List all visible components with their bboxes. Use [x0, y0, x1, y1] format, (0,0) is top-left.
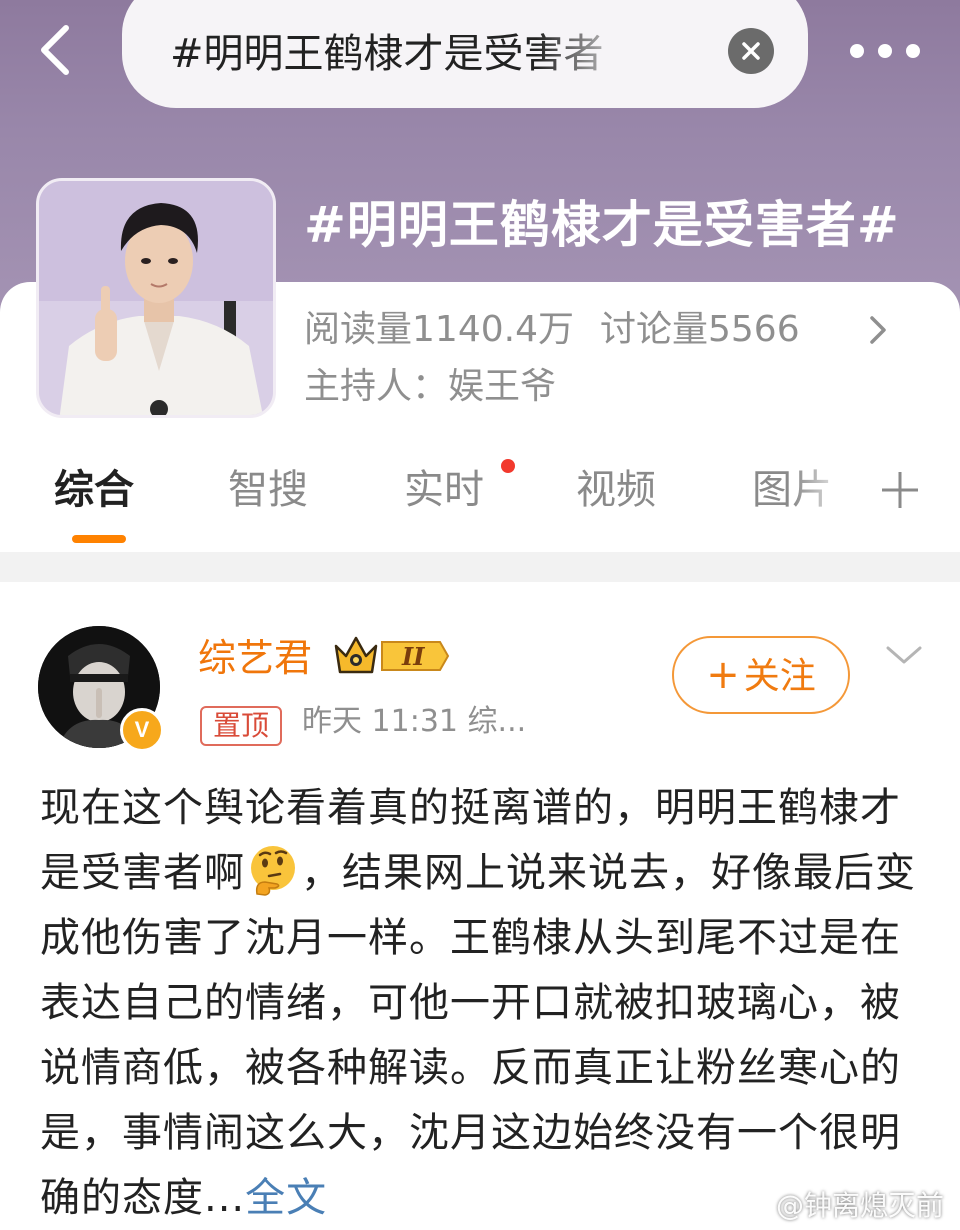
post-meta: 昨天 11:31 综...: [302, 704, 527, 739]
tab-realtime[interactable]: 实时: [404, 460, 484, 520]
topic-stats: 阅读量1140.4万 讨论量5566: [304, 305, 800, 355]
level-badge-text: II: [401, 642, 425, 671]
reads-value: 1140.4万: [412, 309, 574, 350]
post-menu-button[interactable]: [884, 640, 924, 670]
active-tab-indicator: [72, 535, 126, 543]
discussion-label: 讨论量: [599, 309, 708, 350]
follow-button[interactable]: + 关注: [672, 636, 850, 714]
watermark: @钟离熄灭前: [776, 1189, 945, 1222]
post-body[interactable]: 现在这个舆论看着真的挺离谱的，明明王鹤棣才是受害者啊 ，结果网上说来说去，好像最…: [40, 776, 920, 1230]
plus-icon: [882, 472, 918, 508]
post-text-ellipsis: ...: [204, 1175, 246, 1221]
plus-icon: +: [706, 652, 740, 698]
tab-comprehensive[interactable]: 综合: [54, 460, 134, 520]
tab-smart-search[interactable]: 智搜: [228, 460, 308, 520]
more-button[interactable]: [850, 36, 920, 66]
discussion-value: 5566: [708, 309, 800, 350]
tab-video[interactable]: 视频: [576, 460, 656, 520]
host-name[interactable]: 娱王爷: [448, 366, 556, 407]
tab-images-container[interactable]: 图片: [752, 460, 852, 520]
post-text-part2: ，结果网上说来说去，好像最后变成他伤害了沈月一样。王鹤棣从头到尾不过是在表达自己…: [40, 850, 916, 1221]
back-arrow-icon: [41, 25, 69, 75]
clear-search-button[interactable]: [728, 28, 774, 74]
topic-thumbnail[interactable]: [36, 178, 276, 418]
post-author-name[interactable]: 综艺君: [198, 630, 312, 686]
follow-label: 关注: [743, 656, 816, 697]
topic-host: 主持人：娱王爷: [304, 362, 556, 412]
pinned-badge: 置顶: [200, 706, 282, 746]
section-divider: [0, 550, 960, 582]
reads-label: 阅读量: [304, 309, 413, 350]
expand-full-text-link[interactable]: 全文: [245, 1175, 327, 1221]
verified-badge: V: [120, 708, 164, 752]
tab-images[interactable]: 图片: [752, 460, 852, 520]
add-tab-button[interactable]: [878, 468, 922, 512]
back-button[interactable]: [28, 20, 88, 80]
realtime-notification-dot: [501, 459, 515, 473]
host-label: 主持人：: [304, 366, 449, 407]
chevron-right-icon: [870, 316, 886, 344]
chevron-down-icon: [886, 646, 922, 664]
thinking-face-emoji: [251, 846, 295, 896]
clear-icon: [742, 42, 760, 60]
more-icon-dot: [878, 44, 892, 58]
person-photo: [39, 181, 273, 415]
search-input[interactable]: #明明王鹤棣才是受害者: [170, 24, 640, 84]
crown-icon: II: [334, 636, 450, 674]
topic-title: #明明王鹤棣才是受害者#: [304, 196, 900, 254]
member-crown-badge[interactable]: II: [332, 632, 450, 680]
topic-details-button[interactable]: [862, 312, 892, 348]
more-icon: [850, 44, 864, 58]
more-icon-dot: [906, 44, 920, 58]
